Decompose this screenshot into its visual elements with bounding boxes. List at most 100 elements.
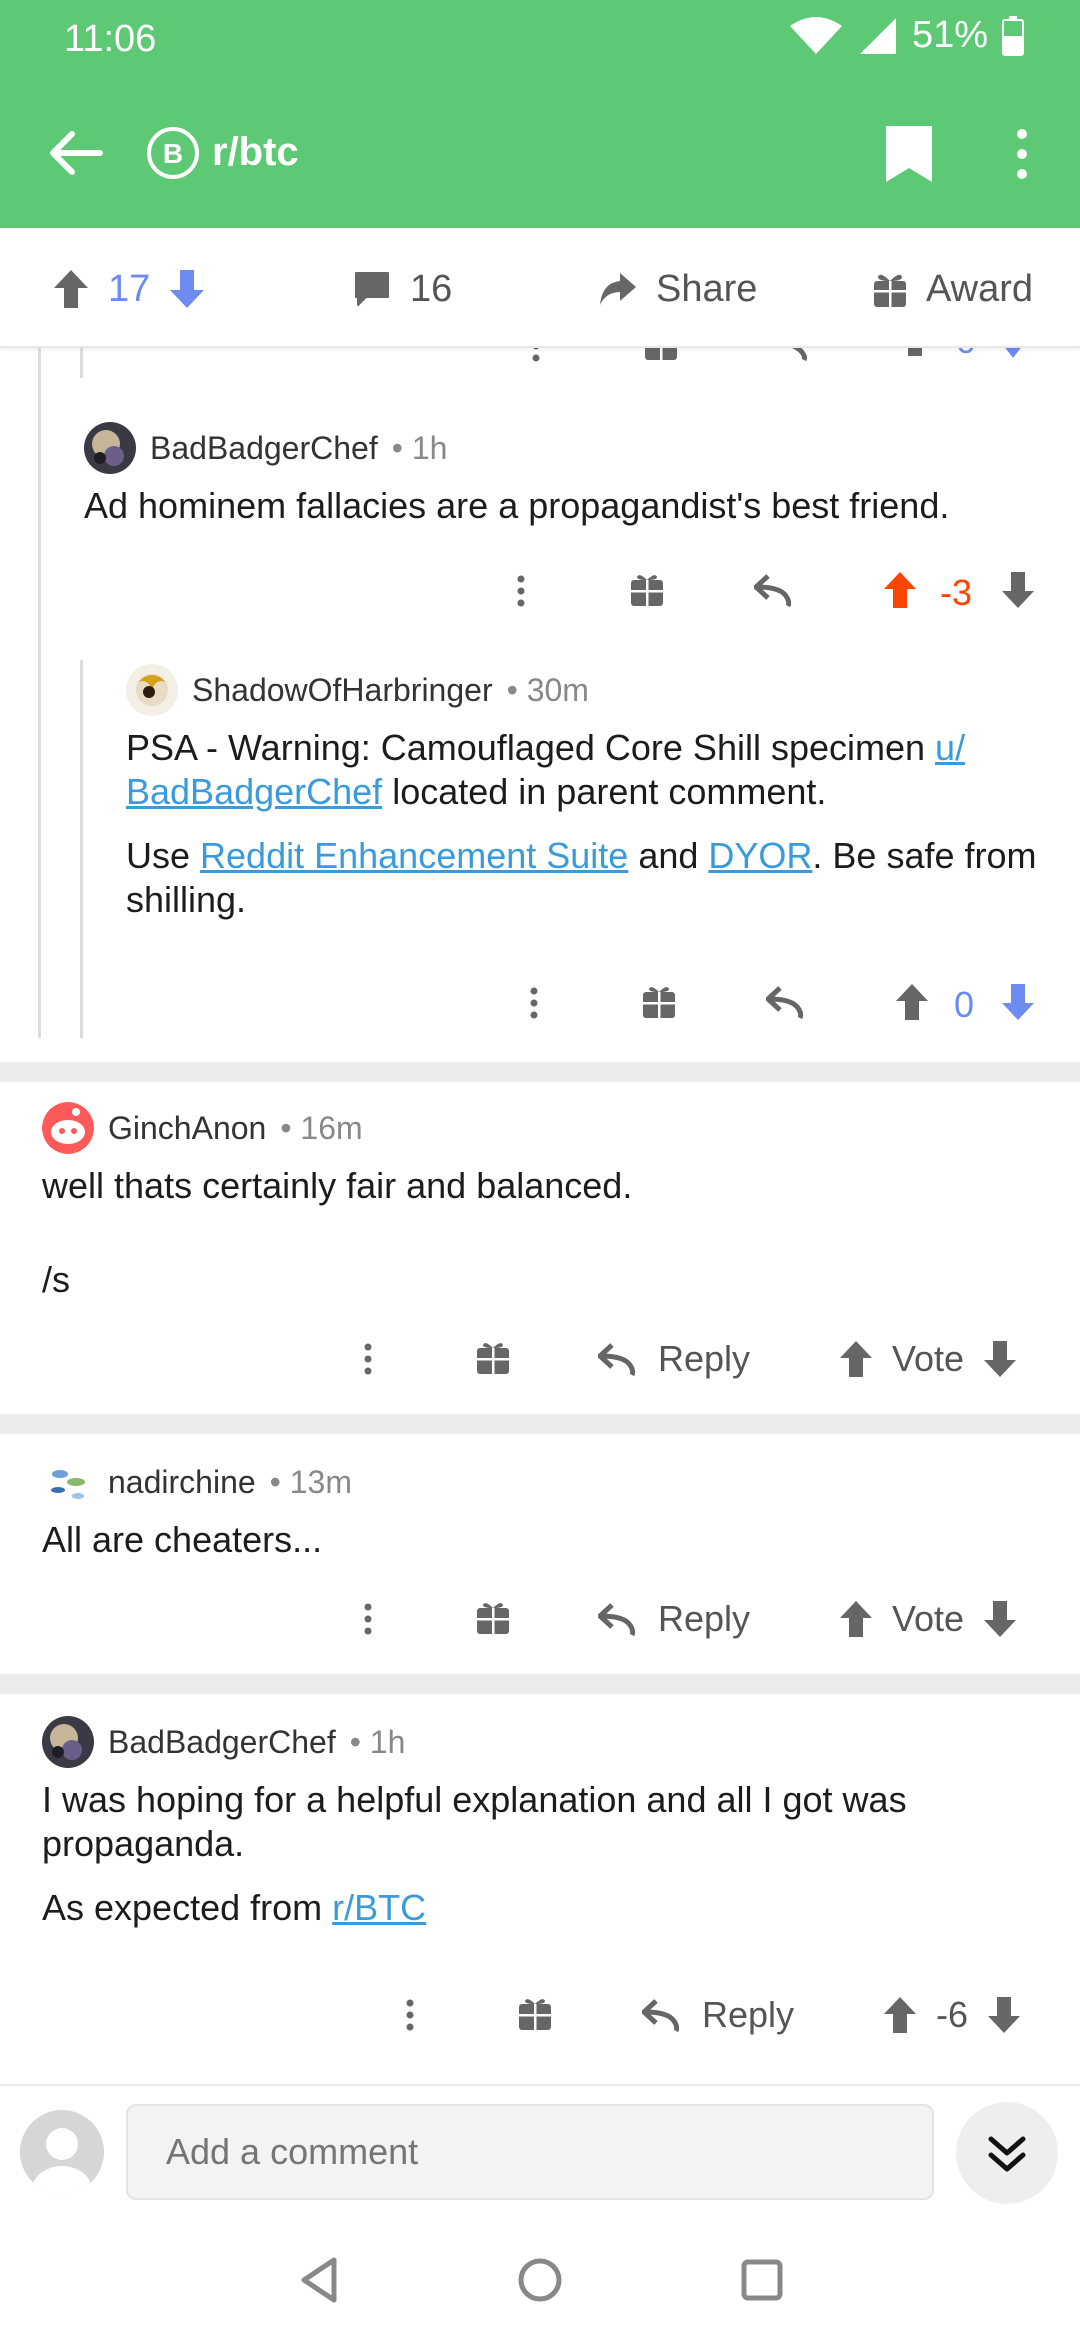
- comment-author[interactable]: ShadowOfHarbringer: [192, 672, 493, 709]
- wifi-icon: [789, 16, 842, 54]
- avatar[interactable]: [42, 1102, 94, 1154]
- reply-icon: [642, 1999, 680, 2033]
- comment-author[interactable]: BadBadgerChef: [108, 1724, 336, 1761]
- avatar[interactable]: [42, 1716, 94, 1768]
- upvote-icon[interactable]: [894, 982, 930, 1022]
- comment-body: Ad hominem fallacies are a propagandist'…: [84, 485, 950, 526]
- comment-age: • 30m: [506, 671, 589, 708]
- thread-line: [80, 348, 83, 378]
- reply-button[interactable]: Reply: [598, 1338, 750, 1380]
- nav-back-icon[interactable]: [290, 2250, 350, 2310]
- gift-icon[interactable]: [518, 1996, 552, 2032]
- downvote-icon[interactable]: [996, 348, 1030, 362]
- user-link[interactable]: u/: [935, 727, 965, 768]
- comment-age: • 1h: [349, 1723, 406, 1760]
- comment-divider: [0, 1674, 1080, 1694]
- comment-author[interactable]: GinchAnon: [108, 1110, 266, 1147]
- vote-group: Vote: [838, 1338, 1018, 1380]
- downvote-icon[interactable]: [982, 1599, 1018, 1639]
- vote-label: Vote: [892, 1598, 965, 1639]
- gift-icon[interactable]: [630, 572, 664, 608]
- battery-level: 51%: [911, 14, 988, 56]
- comment-author[interactable]: BadBadgerChef: [150, 430, 378, 467]
- comment-author[interactable]: nadirchine: [108, 1464, 256, 1501]
- comment-composer: [0, 2084, 1080, 2220]
- upvote-icon[interactable]: [838, 1599, 874, 1639]
- jump-next-button[interactable]: [956, 2102, 1058, 2204]
- comment-age: • 16m: [280, 1109, 363, 1146]
- downvote-icon[interactable]: [982, 1339, 1018, 1379]
- avatar[interactable]: [42, 1456, 94, 1508]
- bitcoin-icon: B: [147, 127, 199, 179]
- add-comment-input[interactable]: [126, 2104, 934, 2200]
- gift-icon[interactable]: [476, 1340, 510, 1376]
- comment-list: 0 BadBadgerChef • 1h Ad hominem fallacie…: [0, 348, 1080, 2084]
- share-icon: [600, 273, 636, 305]
- comment-divider: [0, 1062, 1080, 1082]
- gift-icon[interactable]: [644, 348, 678, 362]
- upvote-icon[interactable]: [898, 348, 932, 362]
- downvote-icon[interactable]: [168, 268, 206, 310]
- more-vertical-icon[interactable]: [530, 348, 542, 364]
- reply-button[interactable]: Reply: [642, 1994, 794, 2036]
- reply-icon[interactable]: [770, 348, 810, 362]
- comment-score: 0: [954, 984, 975, 1025]
- comment-body: I was hoping for a helpful explanation a…: [42, 1779, 907, 1928]
- avatar[interactable]: [84, 422, 136, 474]
- comment-age: • 1h: [391, 429, 448, 466]
- downvote-icon[interactable]: [1000, 982, 1036, 1022]
- res-link[interactable]: Reddit Enhancement Suite: [200, 835, 628, 876]
- thread-line: [80, 660, 83, 1038]
- post-score: 17: [108, 267, 151, 310]
- reply-icon[interactable]: [754, 572, 794, 608]
- dyor-link[interactable]: DYOR: [708, 835, 812, 876]
- comment-score: -6: [936, 1994, 969, 2035]
- comment-age: • 13m: [269, 1463, 352, 1500]
- more-vertical-icon[interactable]: [528, 984, 540, 1024]
- user-link[interactable]: BadBadgerChef: [126, 771, 382, 812]
- reply-button[interactable]: Reply: [598, 1598, 750, 1640]
- gift-icon: [874, 274, 906, 307]
- more-vertical-icon[interactable]: [362, 1340, 374, 1380]
- back-arrow-icon[interactable]: [40, 118, 110, 188]
- downvote-icon[interactable]: [986, 1995, 1022, 2035]
- svg-text:B: B: [163, 138, 183, 169]
- subreddit-title[interactable]: r/btc: [212, 130, 299, 175]
- app-header: 11:06 51% B r/btc: [0, 0, 1080, 228]
- gift-icon[interactable]: [642, 984, 676, 1020]
- status-time: 11:06: [64, 18, 157, 60]
- comment-header: GinchAnon • 16m: [42, 1102, 363, 1154]
- more-vertical-icon[interactable]: [1000, 122, 1044, 186]
- upvote-icon[interactable]: [882, 570, 918, 610]
- status-icons: 51%: [788, 14, 1024, 57]
- bookmark-icon[interactable]: [880, 122, 938, 186]
- reply-icon[interactable]: [766, 984, 806, 1020]
- nav-recents-icon[interactable]: [732, 2250, 792, 2310]
- comment-header: nadirchine • 13m: [42, 1456, 352, 1508]
- battery-icon: [1002, 15, 1024, 56]
- upvote-icon[interactable]: [52, 268, 90, 310]
- award-label: Award: [926, 267, 1034, 310]
- post-action-bar: 17 16 Share Award: [0, 228, 1080, 348]
- subreddit-link[interactable]: r/BTC: [332, 1887, 426, 1928]
- reply-icon: [598, 1343, 636, 1377]
- thread-line: [38, 348, 41, 1038]
- more-vertical-icon[interactable]: [362, 1600, 374, 1640]
- share-button[interactable]: Share: [596, 264, 757, 314]
- comment-actions-partial: 0: [520, 348, 1040, 364]
- upvote-icon[interactable]: [838, 1339, 874, 1379]
- comments-count: 16: [410, 267, 453, 310]
- vote-label: Vote: [892, 1338, 965, 1379]
- avatar[interactable]: [126, 664, 178, 716]
- comment-body: All are cheaters...: [42, 1519, 323, 1560]
- comment-body: PSA - Warning: Camouflaged Core Shill sp…: [126, 727, 1037, 920]
- downvote-icon[interactable]: [1000, 570, 1036, 610]
- gift-icon[interactable]: [476, 1600, 510, 1636]
- more-vertical-icon[interactable]: [515, 572, 527, 612]
- nav-home-icon[interactable]: [510, 2250, 570, 2310]
- more-vertical-icon[interactable]: [404, 1996, 416, 2036]
- comments-count-button[interactable]: 16: [352, 264, 452, 314]
- upvote-icon[interactable]: [882, 1995, 918, 2035]
- user-avatar[interactable]: [20, 2110, 104, 2194]
- award-button[interactable]: Award: [872, 264, 1033, 314]
